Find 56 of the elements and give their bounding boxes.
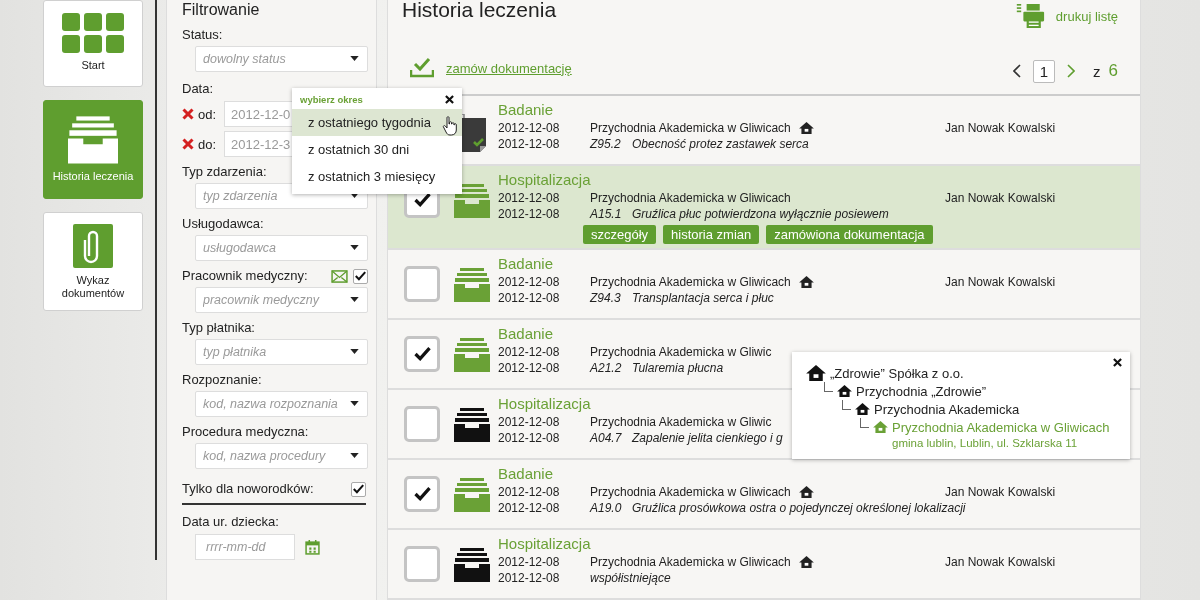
field-label: Rozpoznanie:	[182, 372, 262, 388]
diagnosis-code: A21.2	[590, 360, 623, 376]
field-label: Pracownik medyczny:	[182, 268, 308, 284]
diagnosis-name: współistniejące	[590, 570, 671, 586]
record-date: 2012-12-08	[498, 414, 561, 430]
field-label: Procedura medyczna:	[182, 424, 309, 440]
field-label: Data ur. dziecka:	[182, 514, 279, 530]
clinic-name: Przychodnia Akademicka w Gliwicach	[590, 484, 791, 500]
field-label: Data:	[182, 81, 214, 97]
record-date: 2012-12-08	[498, 360, 561, 376]
clinic-name: Przychodnia Akademicka w Gliwicach	[590, 274, 791, 290]
diagnosis-name: Gruźlica prosówkowa ostra o pojedynczej określonej lokalizacji	[632, 500, 966, 516]
clinic-name: Przychodnia Akademicka w Gliwic	[590, 414, 772, 430]
diagnosis-code: Z94.3	[590, 290, 622, 306]
field-label: Typ płatnika:	[182, 320, 255, 336]
field-label: Status:	[182, 27, 223, 43]
diagnosis-code: A15.1	[590, 206, 623, 222]
clinic-name: Przychodnia Akademicka w Gliwicach	[590, 554, 791, 570]
field-label: od:	[198, 106, 218, 122]
doctor-name: Jan Nowak Kowalski	[945, 484, 1056, 500]
filter-title: Filtrowanie	[182, 0, 261, 20]
record-date: 2012-12-08	[498, 484, 561, 500]
diagnosis-name: Zapalenie jelita cienkiego i g	[632, 430, 783, 446]
diagnosis-code: Z95.2	[590, 136, 622, 152]
record-date: 2012-12-08	[498, 500, 561, 516]
diagnosis-name: Gruźlica płuc potwierdzona wyłącznie posiewem	[632, 206, 889, 222]
doctor-name: Jan Nowak Kowalski	[945, 554, 1056, 570]
clinic-name: Przychodnia Akademicka w Gliwic	[590, 344, 772, 360]
record-date: 2012-12-08	[498, 290, 561, 306]
clinic-name: Przychodnia Akademicka w Gliwicach	[590, 190, 791, 206]
page-title: Historia leczenia	[402, 0, 557, 20]
field-label: do:	[198, 136, 218, 152]
doctor-name: Jan Nowak Kowalski	[945, 190, 1056, 206]
record-date: 2012-12-08	[498, 430, 561, 446]
record-date: 2012-12-08	[498, 206, 561, 222]
field-label: Tylko dla noworodków:	[182, 481, 314, 497]
diagnosis-name: Obecność protez zastawek serca	[632, 136, 809, 152]
record-date: 2012-12-08	[498, 120, 561, 136]
doctor-name: Jan Nowak Kowalski	[945, 274, 1056, 290]
diagnosis-code: A04.7	[590, 430, 623, 446]
diagnosis-name: Transplantacja serca i płuc	[632, 290, 774, 306]
record-date: 2012-12-08	[498, 136, 561, 152]
record-date: 2012-12-08	[498, 190, 561, 206]
field-label: Usługodawca:	[182, 216, 264, 232]
clinic-name: Przychodnia Akademicka w Gliwicach	[590, 120, 791, 136]
page-of-label: z	[1093, 62, 1101, 80]
record-date: 2012-12-08	[498, 570, 561, 586]
field-label: Typ zdarzenia:	[182, 164, 267, 180]
record-date: 2012-12-08	[498, 344, 561, 360]
record-date: 2012-12-08	[498, 554, 561, 570]
organization-address: gmina lublin, Lublin, ul. Szklarska 11	[891, 437, 1079, 449]
doctor-name: Jan Nowak Kowalski	[945, 120, 1056, 136]
page-count: 6	[1108, 61, 1118, 82]
record-date: 2012-12-08	[498, 274, 561, 290]
diagnosis-name: Tularemia płucna	[632, 360, 724, 376]
diagnosis-code: A19.0	[590, 500, 623, 516]
